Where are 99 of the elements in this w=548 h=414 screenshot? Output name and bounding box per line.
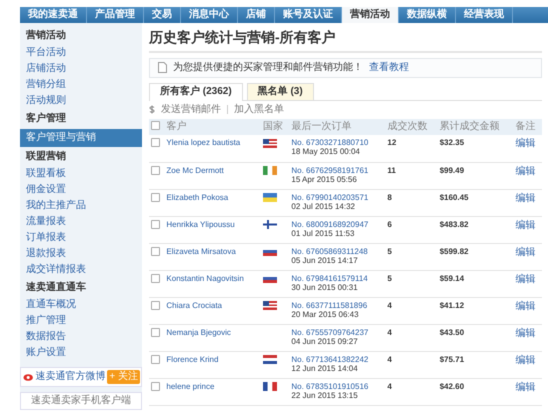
customer-name[interactable]: Florence Krind <box>166 354 218 364</box>
total-amount: $59.14 <box>440 274 464 283</box>
order-count: 4 <box>387 328 392 337</box>
tutorial-link[interactable]: 查看教程 <box>369 62 409 74</box>
action-link[interactable]: 发送营销邮件 <box>161 104 221 116</box>
sidebar-item[interactable]: 直通车概况 <box>20 297 142 313</box>
sidebar-item[interactable]: 流量报表 <box>20 214 142 230</box>
order-date: 02 Jul 2015 14:32 <box>291 202 356 212</box>
order-count: 4 <box>387 300 392 310</box>
order-number[interactable]: No. 67984161579114 <box>291 274 384 283</box>
order-number[interactable]: No. 66377111581896 <box>291 300 384 310</box>
order-date: 01 Jul 2015 11:53 <box>291 228 356 238</box>
order-count: 11 <box>387 166 396 175</box>
customer-name[interactable]: Konstantin Nagovitsin <box>166 274 244 283</box>
customer-name[interactable]: Chiara Crociata <box>166 300 222 310</box>
sidebar-item[interactable]: 退款报表 <box>20 246 142 262</box>
order-number[interactable]: No. 67303271880710 <box>291 138 384 148</box>
sidebar-heading: 营销活动 <box>25 28 67 43</box>
order-date: 15 Apr 2015 05:56 <box>291 174 358 184</box>
customer-name[interactable]: Henrikka Ylipoussu <box>166 220 235 229</box>
customer-name[interactable]: Zoe Mc Dermott <box>166 166 224 175</box>
sidebar-item[interactable]: 客户管理与营销 <box>20 129 142 147</box>
edit-link[interactable]: 编辑 <box>515 328 536 339</box>
notice-text: 为您提供便捷的买家管理和邮件营销功能！ <box>173 62 363 74</box>
sidebar-heading: 联盟营销 <box>24 150 67 164</box>
customer-name[interactable]: Ylenia lopez bautista <box>166 138 240 148</box>
column-header[interactable]: 累计成交金额 <box>438 118 514 136</box>
column-header[interactable]: 客户 <box>164 118 261 136</box>
order-count: 4 <box>387 354 392 364</box>
nav-tab[interactable]: 数据纵横 <box>399 7 456 23</box>
sidebar-item[interactable]: 账户设置 <box>20 345 142 361</box>
sidebar-item[interactable]: 成交详情报表 <box>20 262 142 278</box>
sidebar-item[interactable]: 推广管理 <box>20 313 142 329</box>
order-count: 5 <box>387 246 392 256</box>
total-amount: $75.71 <box>440 354 464 364</box>
order-number[interactable]: No. 66762958191761 <box>291 166 384 175</box>
order-date: 04 Jun 2015 09:27 <box>291 336 359 346</box>
sidebar-item[interactable]: 活动规则 <box>20 93 142 109</box>
edit-link[interactable]: 编辑 <box>515 274 536 285</box>
sidebar-item[interactable]: 店铺活动 <box>20 61 142 77</box>
order-number[interactable]: No. 67990140203571 <box>291 192 384 202</box>
nav-tab[interactable]: 经营表现 <box>456 7 513 23</box>
order-count: 12 <box>387 138 396 148</box>
total-amount: $32.35 <box>440 138 464 148</box>
column-header[interactable]: 国家 <box>260 118 290 136</box>
sidebar-item[interactable]: 数据报告 <box>20 329 142 345</box>
order-number[interactable]: No. 68009168920947 <box>291 220 384 229</box>
total-amount: $43.50 <box>440 328 464 337</box>
total-amount: $483.82 <box>440 220 468 229</box>
order-count: 8 <box>387 192 392 202</box>
weibo-link[interactable]: 速卖通官方微博 <box>35 371 106 383</box>
sidebar-item[interactable]: 平台活动 <box>20 45 142 61</box>
order-count: 4 <box>387 382 392 391</box>
nav-tab[interactable]: 店铺 <box>238 7 275 23</box>
edit-link[interactable]: 编辑 <box>515 382 536 393</box>
sidebar-item[interactable]: 佣金设置 <box>20 182 142 198</box>
sidebar-item[interactable]: 订单报表 <box>20 230 142 246</box>
total-amount: $41.12 <box>440 300 464 310</box>
page-title: 历史客户统计与营销-所有客户 <box>149 27 542 53</box>
total-amount: $99.49 <box>440 166 464 175</box>
sidebar-item[interactable]: 我的主推产品 <box>20 198 142 214</box>
edit-link[interactable]: 编辑 <box>515 166 536 177</box>
customer-name[interactable]: Elizabeth Pokosa <box>166 192 228 202</box>
order-number[interactable]: No. 67713641382242 <box>291 354 384 364</box>
order-date: 30 Jun 2015 00:31 <box>291 282 359 292</box>
action-link[interactable]: 加入黑名单 <box>234 104 284 116</box>
tab[interactable]: 黑名单 (3) <box>246 82 314 100</box>
edit-link[interactable]: 编辑 <box>515 354 536 366</box>
column-header[interactable]: 成交次数 <box>385 118 438 136</box>
edit-link[interactable]: 编辑 <box>515 138 536 150</box>
order-count: 6 <box>387 220 392 229</box>
order-date: 22 Jun 2015 13:15 <box>291 390 359 400</box>
order-date: 20 Mar 2015 06:43 <box>291 310 360 320</box>
sidebar-heading: 速卖通直通车 <box>25 280 87 295</box>
order-date: 12 Jun 2015 14:04 <box>291 364 359 374</box>
sidebar-heading: 客户管理 <box>25 111 67 126</box>
nav-tab[interactable]: 交易 <box>144 7 181 23</box>
sidebar-item[interactable]: 联盟看板 <box>20 166 142 182</box>
edit-link[interactable]: 编辑 <box>515 192 536 204</box>
order-date: 05 Jun 2015 14:17 <box>291 256 359 266</box>
order-number[interactable]: No. 67605869311248 <box>291 246 384 256</box>
tab[interactable]: 所有客户 (2362) <box>149 82 243 101</box>
total-amount: $599.82 <box>440 246 468 256</box>
total-amount: $160.45 <box>440 192 468 202</box>
sidebar-item[interactable]: 营销分组 <box>20 77 142 93</box>
total-amount: $42.60 <box>440 382 464 391</box>
order-number[interactable]: No. 67835101910516 <box>291 382 384 391</box>
order-date: 18 May 2015 00:04 <box>291 147 361 157</box>
nav-tab[interactable]: 营销活动 <box>342 7 399 23</box>
customer-name[interactable]: Nemanja Bjegovic <box>166 328 231 337</box>
customer-name[interactable]: helene prince <box>166 382 214 391</box>
order-number[interactable]: No. 67555709764237 <box>291 328 384 337</box>
nav-tab[interactable]: 消息中心 <box>181 7 238 23</box>
customer-name[interactable]: Elizaveta Mirsatova <box>166 246 236 256</box>
edit-link[interactable]: 编辑 <box>515 246 536 258</box>
edit-link[interactable]: 编辑 <box>515 220 536 231</box>
edit-link[interactable]: 编辑 <box>515 300 536 312</box>
order-count: 5 <box>387 274 392 283</box>
app-promo-link[interactable]: 速卖通卖家手机客户端 <box>20 392 142 410</box>
